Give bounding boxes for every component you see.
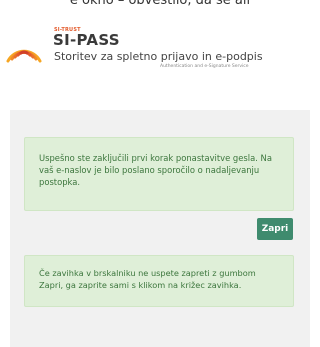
brand-subtitle-en: Authentication and e-Signature Service <box>160 64 249 69</box>
content-panel: Uspešno ste zaključili prvi korak ponast… <box>10 110 310 347</box>
success-message-text: Uspešno ste zaključili prvi korak ponast… <box>39 153 272 187</box>
si-trust-logo-icon <box>6 49 42 63</box>
header: SI-TRUST SI-PASS Storitev za spletno pri… <box>0 22 320 82</box>
info-message: Če zavihka v brskalniku ne uspete zapret… <box>24 255 294 307</box>
brand-subtitle: Storitev za spletno prijavo in e-podpis <box>54 50 263 63</box>
success-message: Uspešno ste zaključili prvi korak ponast… <box>24 137 294 211</box>
info-message-text: Če zavihka v brskalniku ne uspete zapret… <box>39 268 256 290</box>
brand-title: SI-PASS <box>53 31 120 49</box>
close-button[interactable]: Zapri <box>257 218 293 240</box>
top-cut-text: e okno – obvestilo, da se ali <box>69 0 251 8</box>
